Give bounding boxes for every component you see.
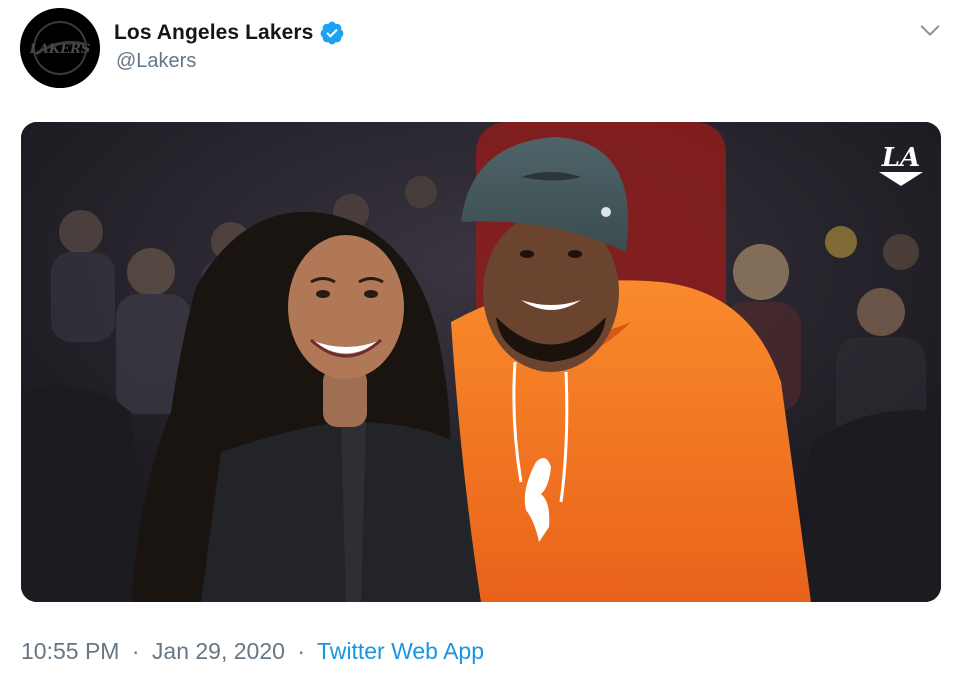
- lakers-logo-icon: LAKERS: [20, 8, 100, 88]
- meta-separator: ·: [297, 638, 305, 664]
- photo-illustration: LA: [21, 122, 941, 602]
- tweet-menu-button[interactable]: [916, 16, 944, 44]
- name-row: Los Angeles Lakers: [114, 18, 345, 48]
- avatar-logo-text: LAKERS: [29, 42, 91, 57]
- account-handle[interactable]: @Lakers: [116, 50, 196, 73]
- display-name[interactable]: Los Angeles Lakers: [114, 21, 313, 45]
- meta-separator: ·: [131, 638, 140, 664]
- tweet-time[interactable]: 10:55 PM: [21, 638, 119, 664]
- tweet-photo[interactable]: LA: [21, 122, 941, 602]
- tweet-source-link[interactable]: Twitter Web App: [317, 638, 484, 664]
- tweet-date[interactable]: Jan 29, 2020: [152, 638, 285, 664]
- watermark-text: LA: [881, 143, 920, 173]
- tweet-card: LAKERS Los Angeles Lakers @Lakers LA 10:…: [0, 0, 962, 676]
- verified-badge-icon: [319, 20, 345, 46]
- tweet-metadata: 10:55 PM · Jan 29, 2020 · Twitter Web Ap…: [21, 638, 484, 665]
- account-avatar[interactable]: LAKERS: [20, 8, 100, 88]
- chevron-down-icon: [920, 25, 940, 36]
